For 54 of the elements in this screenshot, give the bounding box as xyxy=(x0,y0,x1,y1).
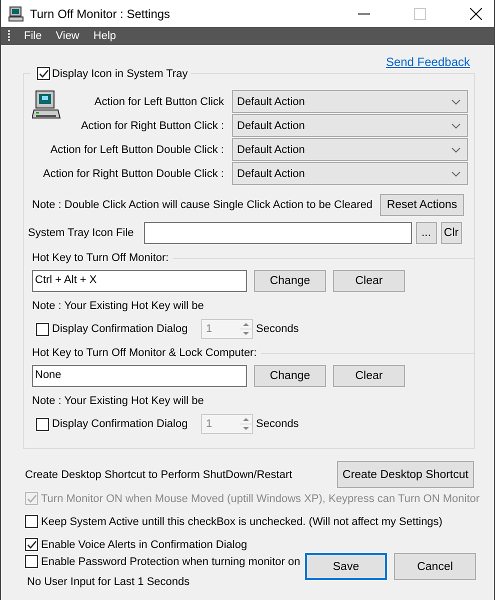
checkbox-label[interactable]: Display Confirmation Dialog xyxy=(52,323,198,335)
shortcut-label: Create Desktop Shortcut to Perform ShutDown/Restart xyxy=(25,468,292,480)
menu-item[interactable]: File xyxy=(24,30,42,42)
field-label: System Tray Icon File xyxy=(28,227,134,239)
chevron-down-icon xyxy=(451,122,461,128)
menu-item[interactable]: Help xyxy=(93,30,116,42)
section-heading: Hot Key to Turn Off Monitor & Lock Computer: xyxy=(32,347,257,359)
status-text: No User Input for Last 1 Seconds xyxy=(27,576,191,588)
checkbox-label[interactable]: Enable Voice Alerts in Confirmation Dialog xyxy=(41,538,248,550)
action-dropdown[interactable]: Default Action xyxy=(232,138,468,161)
action-label: Action for Right Button Click : xyxy=(80,120,224,132)
checkbox[interactable] xyxy=(37,67,50,80)
checkbox-label[interactable]: Display Icon in System Tray xyxy=(52,68,188,80)
save-button[interactable]: Save xyxy=(305,553,387,580)
change-button[interactable]: Change xyxy=(254,270,326,292)
note-text: Note : Your Existing Hot Key will be xyxy=(31,300,205,312)
checkbox[interactable] xyxy=(36,322,49,336)
checkbox[interactable] xyxy=(25,538,38,551)
reset-actions-button[interactable]: Reset Actions xyxy=(380,194,464,216)
action-dropdown[interactable]: Default Action xyxy=(232,90,468,113)
window-title: Turn Off Monitor : Settings xyxy=(30,6,170,20)
note-text: Note : Double Click Action will cause Single Click Action to be Cleared xyxy=(32,199,373,211)
checkbox-label[interactable]: Enable Password Protection when turning monitor on xyxy=(41,556,300,568)
checkbox-label[interactable]: Display Confirmation Dialog xyxy=(52,418,198,430)
chevron-down-icon xyxy=(451,146,461,152)
unit-label: Seconds xyxy=(256,323,299,335)
create-shortcut-button[interactable]: Create Desktop Shortcut xyxy=(337,461,474,488)
checkbox[interactable] xyxy=(36,418,49,430)
chevron-down-icon xyxy=(451,98,461,104)
note-text: Note : Your Existing Hot Key will be xyxy=(31,395,205,407)
action-label: Action for Right Button Double Click : xyxy=(42,168,224,180)
computer-icon xyxy=(8,6,24,22)
hotkey-field[interactable]: Ctrl + Alt + X xyxy=(32,270,247,292)
browse-button[interactable]: ... xyxy=(416,222,437,244)
cancel-button[interactable]: Cancel xyxy=(394,553,476,580)
checkbox[interactable] xyxy=(25,555,38,568)
hotkey-field[interactable]: None xyxy=(32,365,247,387)
send-feedback-link[interactable]: Send Feedback xyxy=(386,55,470,69)
menu-item[interactable]: View xyxy=(56,30,80,42)
action-dropdown[interactable]: Default Action xyxy=(232,162,468,185)
clear-button[interactable]: Clr xyxy=(440,222,462,244)
checkbox[interactable] xyxy=(25,515,38,528)
action-label: Action for Left Button Double Click : xyxy=(49,144,224,156)
unit-label: Seconds xyxy=(256,418,299,430)
section-heading: Hot Key to Turn Off Monitor: xyxy=(32,252,169,264)
icon-file-field[interactable] xyxy=(144,222,412,244)
action-label: Action for Left Button Click xyxy=(93,96,224,108)
action-dropdown[interactable]: Default Action xyxy=(232,114,468,137)
clear-button[interactable]: Clear xyxy=(333,365,405,387)
change-button[interactable]: Change xyxy=(254,365,326,387)
close-icon[interactable] xyxy=(470,8,482,20)
chevron-down-icon xyxy=(451,170,461,176)
checkbox-label[interactable]: Keep System Active untill this checkBox is unchecked. (Will not affect my Settings) xyxy=(41,516,442,528)
clear-button[interactable]: Clear xyxy=(333,270,405,292)
